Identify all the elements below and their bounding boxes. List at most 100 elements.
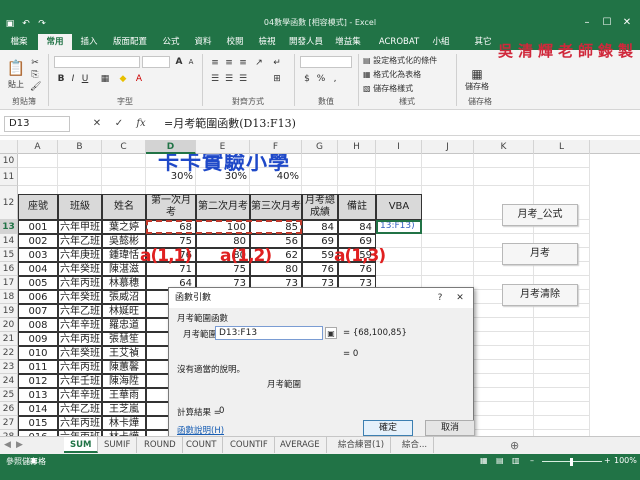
data-cell[interactable]: 王芝嵐 bbox=[102, 402, 146, 416]
argument-input[interactable]: D13:F13 bbox=[215, 326, 323, 340]
data-cell[interactable]: 007 bbox=[18, 304, 58, 318]
data-cell[interactable]: 陳海陞 bbox=[102, 374, 146, 388]
cancel-entry-icon[interactable]: ✕ bbox=[90, 117, 104, 131]
data-cell[interactable]: 008 bbox=[18, 318, 58, 332]
grid-cell[interactable] bbox=[422, 234, 474, 248]
row-header-15[interactable]: 15 bbox=[0, 248, 18, 262]
data-cell[interactable]: 六年乙班 bbox=[58, 402, 102, 416]
data-cell[interactable]: 014 bbox=[18, 402, 58, 416]
row-header-11[interactable]: 11 bbox=[0, 168, 18, 186]
row-header-14[interactable]: 14 bbox=[0, 234, 18, 248]
data-cell[interactable]: 59 bbox=[302, 248, 338, 262]
fill-color-icon[interactable]: ◆ bbox=[118, 74, 128, 84]
row-header-16[interactable]: 16 bbox=[0, 262, 18, 276]
zoom-out-icon[interactable]: – bbox=[530, 456, 534, 465]
row-header-23[interactable]: 23 bbox=[0, 360, 18, 374]
data-cell[interactable]: 003 bbox=[18, 248, 58, 262]
data-cell[interactable]: 011 bbox=[18, 360, 58, 374]
data-cell[interactable]: 六年庚班 bbox=[58, 248, 102, 262]
active-cell-i13[interactable] bbox=[376, 220, 422, 234]
row-header-22[interactable]: 22 bbox=[0, 346, 18, 360]
column-header-h[interactable]: H bbox=[338, 140, 376, 154]
grid-cell[interactable] bbox=[474, 304, 534, 318]
sheet-tab[interactable]: 綜合練習(1) bbox=[332, 437, 392, 453]
font-name-box[interactable] bbox=[54, 56, 140, 68]
column-header-d[interactable]: D bbox=[146, 140, 196, 154]
tab-review[interactable]: 校閱 bbox=[220, 34, 250, 50]
grid-cell[interactable] bbox=[534, 388, 590, 402]
font-color-icon[interactable]: A bbox=[134, 74, 144, 84]
sheet-tab[interactable]: 綜合... bbox=[396, 437, 435, 453]
data-cell[interactable]: 六年丙班 bbox=[58, 416, 102, 430]
column-header-g[interactable]: G bbox=[302, 140, 338, 154]
data-cell[interactable]: 六年乙班 bbox=[58, 304, 102, 318]
data-cell[interactable]: 葉之婷 bbox=[102, 220, 146, 234]
grid-cell[interactable] bbox=[474, 318, 534, 332]
align-left-icon[interactable]: ☰ bbox=[210, 74, 220, 84]
data-cell[interactable]: 六年壬班 bbox=[58, 374, 102, 388]
data-cell[interactable]: 005 bbox=[18, 276, 58, 290]
font-size-box[interactable] bbox=[142, 56, 170, 68]
underline-icon[interactable]: U bbox=[80, 74, 90, 84]
column-header-j[interactable]: J bbox=[422, 140, 474, 154]
grid-cell[interactable] bbox=[18, 154, 58, 168]
data-cell[interactable]: 陳蕙馨 bbox=[102, 360, 146, 374]
comma-icon[interactable]: , bbox=[330, 74, 340, 84]
data-cell[interactable]: 004 bbox=[18, 262, 58, 276]
data-cell[interactable]: 69 bbox=[302, 234, 338, 248]
grid-cell[interactable] bbox=[534, 318, 590, 332]
insert-function-icon[interactable]: fx bbox=[134, 117, 148, 131]
maximize-icon[interactable]: ☐ bbox=[598, 16, 616, 30]
grid-cell[interactable] bbox=[376, 168, 422, 186]
grid-cell[interactable] bbox=[534, 360, 590, 374]
data-cell[interactable]: 六年辛班 bbox=[58, 388, 102, 402]
tab-layout[interactable]: 版面配置 bbox=[106, 34, 154, 50]
tab-more[interactable]: 其它 bbox=[470, 34, 496, 50]
align-center-icon[interactable]: ☰ bbox=[224, 74, 234, 84]
data-cell[interactable]: 84 bbox=[338, 220, 376, 234]
grid-cell[interactable] bbox=[422, 154, 474, 168]
data-cell[interactable]: 六年乙班 bbox=[58, 234, 102, 248]
grid-cell[interactable] bbox=[474, 416, 534, 430]
tab-acrobat[interactable]: ACROBAT bbox=[374, 34, 424, 50]
align-middle-icon[interactable]: ≡ bbox=[224, 58, 234, 68]
border-icon[interactable]: ▦ bbox=[100, 74, 110, 84]
grid-cell[interactable] bbox=[474, 168, 534, 186]
conditional-format-button[interactable]: ▤ 設定格式化的條件 bbox=[362, 54, 452, 66]
data-cell[interactable]: 六年癸班 bbox=[58, 346, 102, 360]
exam-button[interactable]: 月考 bbox=[502, 243, 578, 265]
grid-cell[interactable] bbox=[534, 332, 590, 346]
tab-insert[interactable]: 插入 bbox=[74, 34, 104, 50]
number-format-box[interactable] bbox=[300, 56, 352, 68]
column-header-f[interactable]: F bbox=[250, 140, 302, 154]
grid-cell[interactable] bbox=[422, 168, 474, 186]
currency-icon[interactable]: $ bbox=[302, 74, 312, 84]
data-cell[interactable]: 六年癸班 bbox=[58, 290, 102, 304]
add-sheet-icon[interactable]: ⊕ bbox=[510, 439, 519, 452]
zoom-thumb[interactable] bbox=[570, 458, 573, 466]
grid-cell[interactable] bbox=[422, 262, 474, 276]
grid-cell[interactable] bbox=[102, 168, 146, 186]
sheet-tab[interactable]: COUNT bbox=[180, 437, 224, 453]
grid-cell[interactable] bbox=[534, 304, 590, 318]
data-cell[interactable]: 六年丙班 bbox=[58, 360, 102, 374]
grid-cell[interactable] bbox=[302, 168, 338, 186]
tab-file[interactable]: 檔案 bbox=[2, 34, 36, 50]
grid-cell[interactable] bbox=[534, 374, 590, 388]
name-box[interactable]: D13 bbox=[4, 116, 70, 132]
normal-view-icon[interactable]: ▦ bbox=[480, 456, 488, 465]
grid-cell[interactable] bbox=[474, 402, 534, 416]
exam-clear-button[interactable]: 月考清除 bbox=[502, 284, 578, 306]
grid-cell[interactable] bbox=[474, 332, 534, 346]
align-bottom-icon[interactable]: ≡ bbox=[238, 58, 248, 68]
data-cell[interactable]: 010 bbox=[18, 346, 58, 360]
data-cell[interactable]: 009 bbox=[18, 332, 58, 346]
data-cell[interactable]: 六年丙班 bbox=[58, 276, 102, 290]
orientation-icon[interactable]: ↗ bbox=[254, 58, 264, 68]
data-cell[interactable]: 張慧笙 bbox=[102, 332, 146, 346]
grid-cell[interactable] bbox=[534, 416, 590, 430]
tab-home[interactable]: 常用 bbox=[38, 34, 72, 50]
copy-icon[interactable]: ⎘ bbox=[30, 70, 40, 80]
data-cell[interactable]: 013 bbox=[18, 388, 58, 402]
cancel-button[interactable]: 取消 bbox=[425, 420, 475, 436]
